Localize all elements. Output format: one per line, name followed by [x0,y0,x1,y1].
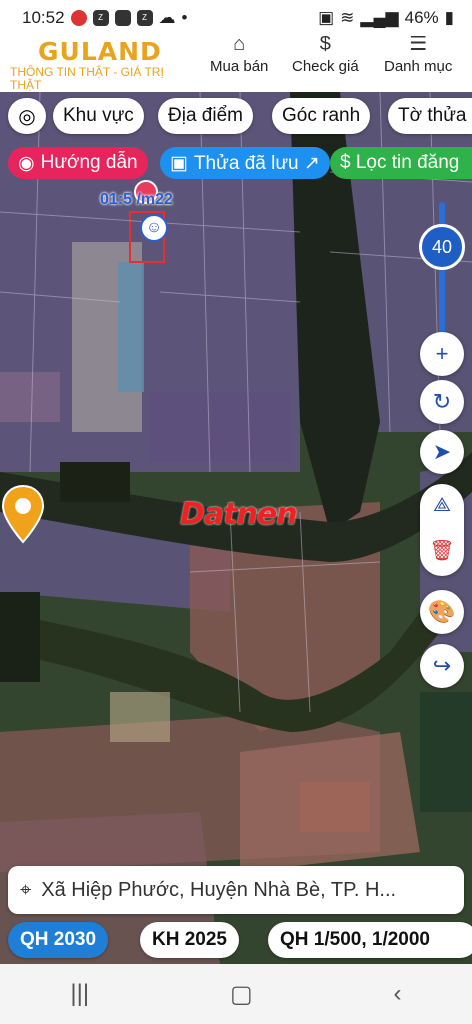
saved-label: Thửa đã lưu ↗ [193,152,320,174]
crosshair-icon[interactable]: ◎ [8,98,46,134]
guide-label: Hướng dẫn [40,152,138,173]
building-icon: ⌂ [233,36,246,55]
back-icon[interactable]: ‹ [394,980,402,1008]
system-nav-bar: ||| ▢ ‹ [0,964,472,1024]
nav-label: Danh mục [384,58,453,75]
lock-icon: ▣ [318,8,335,27]
refresh-icon: ↻ [432,389,452,414]
zoom-in-button[interactable]: + [420,332,464,376]
plus-icon: + [435,341,449,366]
zoom-level-knob[interactable]: 40 [419,224,465,270]
refresh-button[interactable]: ↻ [420,380,464,424]
user-location-icon: ☺ [140,214,168,242]
palette-icon: 🎨 [428,599,456,624]
filter-label: $ Lọc tin đăng [340,152,460,173]
nav-check-gia[interactable]: $ Check giá [292,36,359,92]
saved-plots-button[interactable]: ▣ Thửa đã lưu ↗ [160,147,330,179]
navigate-button[interactable]: ➤ [420,430,464,474]
nav-mua-ban[interactable]: ⌂ Mua bán [210,36,268,92]
measure-icon[interactable]: ⟁ [420,494,464,517]
guland-logo[interactable]: GULAND THÔNG TIN THẬT - GIÁ TRỊ THẬT [10,38,195,92]
trash-icon[interactable]: 🗑 [420,538,464,563]
battery-icon: ▮ [444,8,454,27]
cloud-icon: ☁ [158,8,176,27]
dot-icon: • [181,8,188,27]
dollar-icon: $ [319,36,331,55]
watermark-logo: Datnen [180,497,298,532]
location-pin-icon[interactable] [0,484,46,546]
share-icon: ↪ [432,653,452,678]
logo-tagline: THÔNG TIN THẬT - GIÁ TRỊ THẬT [10,65,164,92]
clock: 10:52 [22,8,65,27]
chip-goc-ranh[interactable]: Góc ranh [272,98,371,134]
nav-label: Check giá [292,58,359,75]
wifi-icon: ≋ [340,8,355,27]
chip-dia-diem[interactable]: Địa điểm [158,98,253,134]
contacts-icon [114,10,131,26]
plan-qh-1-500[interactable]: QH 1/500, 1/2000 [268,922,472,958]
map-view[interactable]: 01:5 /m22 ☺ Datnen [0,92,472,964]
share-button[interactable]: ↪ [420,644,464,688]
address-bar[interactable]: ⌖ Xã Hiệp Phước, Huyện Nhà Bè, TP. H... [8,866,464,914]
nav-label: Mua bán [210,58,269,75]
location-icon: ⌖ [20,878,32,901]
chip-to-thua[interactable]: Tờ thửa [388,98,472,134]
nav-danh-muc[interactable]: ☰ Danh mục [384,36,452,92]
zoom-slider[interactable] [439,202,445,342]
plan-kh-2025[interactable]: KH 2025 [140,922,239,958]
filter-listings-button[interactable]: $ Lọc tin đăng [330,147,472,179]
plan-qh-2030[interactable]: QH 2030 [8,922,109,958]
app-header: GULAND THÔNG TIN THẬT - GIÁ TRỊ THẬT ⌂ M… [0,36,472,92]
layers-button[interactable]: 🎨 [420,590,464,634]
menu-icon: ☰ [409,36,428,55]
zalopay-icon: Z [136,10,153,26]
bookmark-icon: ▣ [170,152,188,174]
guide-button[interactable]: ◉ Hướng dẫn [8,147,148,179]
notification-icon [70,10,87,26]
zalo-icon: Z [92,10,109,26]
battery-text: 46% [404,8,439,27]
signal-icon: ▂▄▆ [360,8,399,27]
target-icon: ◉ [18,152,35,174]
status-bar: 10:52 Z Z ☁ • ▣ ≋ ▂▄▆ 46% ▮ [0,0,472,36]
address-text: Xã Hiệp Phước, Huyện Nhà Bè, TP. H... [41,878,397,901]
draw-tools: ⟁ 🗑 [420,484,464,576]
navigation-arrow-icon: ➤ [432,439,452,464]
chip-khu-vuc[interactable]: Khu vực [53,98,144,134]
recent-apps-icon[interactable]: ||| [70,980,89,1008]
logo-text: GULAND [38,37,162,66]
home-icon[interactable]: ▢ [230,980,253,1009]
plot-label[interactable]: 01:5 /m22 [100,191,173,209]
